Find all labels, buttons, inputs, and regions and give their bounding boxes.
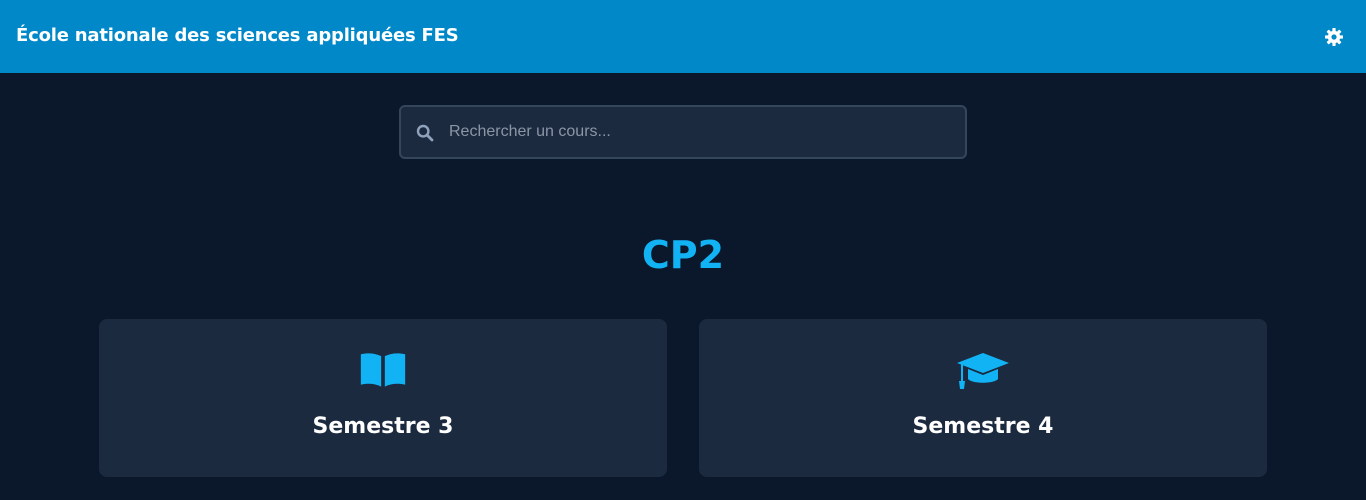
section-title: CP2 [641,233,725,277]
semester-3-card[interactable]: Semestre 3 [99,319,667,477]
open-book-icon [360,353,406,387]
graduation-cap-icon [957,353,1009,389]
search-input[interactable] [449,107,949,157]
search-icon [416,124,434,142]
card-label: Semestre 3 [312,414,454,439]
app-title: École nationale des sciences appliquées … [16,25,459,46]
search-box [399,105,967,159]
gear-icon [1325,28,1343,46]
card-label: Semestre 4 [912,414,1054,439]
settings-button[interactable] [1324,27,1344,47]
app-header: École nationale des sciences appliquées … [0,0,1366,73]
semester-4-card[interactable]: Semestre 4 [699,319,1267,477]
